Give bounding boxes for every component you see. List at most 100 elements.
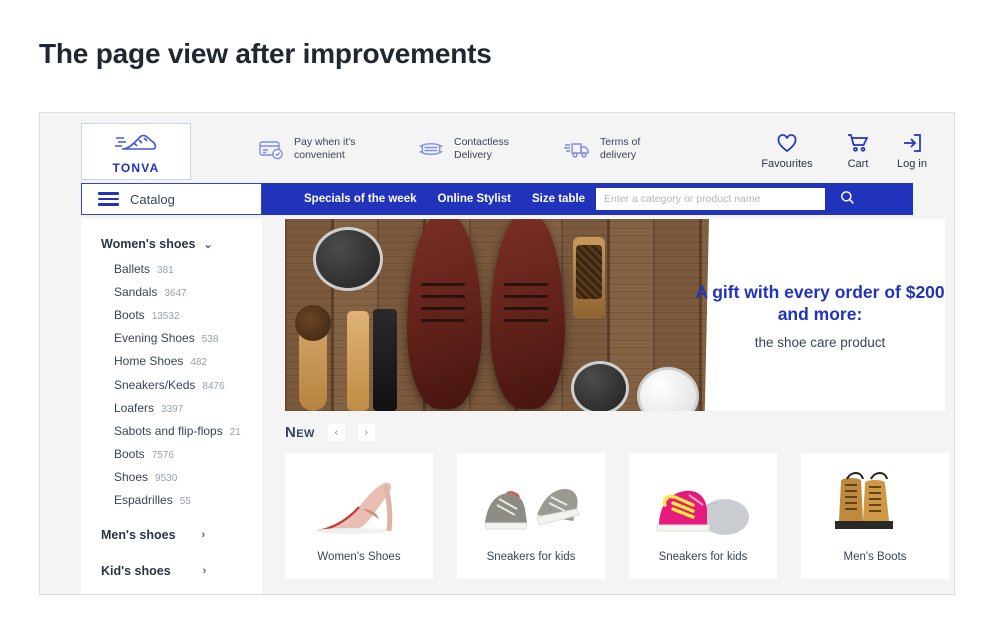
sidebar-item-label: Ballets <box>114 261 151 276</box>
hamburger-icon <box>98 192 119 206</box>
product-card-mens-boots[interactable]: Men's Boots <box>801 453 949 579</box>
banner-headline: A gift with every order of $200 and more… <box>695 281 945 324</box>
product-card-label: Sneakers for kids <box>658 551 748 563</box>
service-label: Pay when it's convenient <box>294 136 356 161</box>
sidebar-item-label: Sneakers/Keds <box>114 377 196 392</box>
new-section-title: New <box>285 424 315 441</box>
sidebar-item-sneakers-keds[interactable]: Sneakers/Keds 8476 <box>81 373 262 396</box>
navigation-bar: Catalog Specials of the week Online Styl… <box>40 183 954 215</box>
sidebar-item-label: Espadrilles <box>114 493 173 508</box>
new-products-list: Women's Shoes Sneakers for kids Sneakers… <box>285 453 949 579</box>
carousel-prev-button[interactable]: ‹ <box>327 424 345 441</box>
sidebar-item-count: 538 <box>201 334 219 346</box>
chevron-right-icon: › <box>202 565 207 578</box>
sidebar-item-label: Home Shoes <box>114 354 184 369</box>
favourites-button[interactable]: Favourites <box>752 131 822 170</box>
sidebar-item-label: Loafers <box>114 400 155 415</box>
product-card-label: Sneakers for kids <box>486 551 576 563</box>
search-area <box>596 188 869 210</box>
sidebar-item-label: Shoes <box>114 470 149 485</box>
search-button[interactable] <box>825 188 869 210</box>
service-label: Terms of delivery <box>600 136 641 161</box>
sidebar-item-sandals[interactable]: Sandals 3647 <box>81 280 262 303</box>
product-card-womens-shoes[interactable]: Women's Shoes <box>285 453 433 579</box>
sidebar-item-label: Evening Shoes <box>114 331 195 346</box>
banner-text: A gift with every order of $200 and more… <box>695 219 945 411</box>
product-card-label: Men's Boots <box>843 551 907 563</box>
catalog-button[interactable]: Catalog <box>81 183 262 215</box>
sidebar-item-shoes[interactable]: Shoes 9530 <box>81 466 262 489</box>
nav-link-size-table[interactable]: Size table <box>532 193 585 205</box>
sidebar-item-count: 13532 <box>151 310 180 322</box>
nav-link-specials[interactable]: Specials of the week <box>304 193 417 205</box>
sidebar-item-evening-shoes[interactable]: Evening Shoes 538 <box>81 327 262 350</box>
pink-high-heel-image <box>301 465 417 543</box>
product-card-sneakers-for-kids-pink[interactable]: Sneakers for kids <box>629 453 777 579</box>
grey-sneakers-image <box>473 465 589 543</box>
promo-banner[interactable]: A gift with every order of $200 and more… <box>285 219 945 411</box>
sidebar-item-label: Sabots and flip-flops <box>114 423 223 438</box>
cart-icon <box>846 131 870 155</box>
catalog-label: Catalog <box>130 191 175 207</box>
login-button[interactable]: Log in <box>887 131 937 170</box>
search-icon <box>840 190 855 208</box>
sidebar-group-womens-shoes[interactable]: Women's shoes ⌄ <box>81 231 262 257</box>
logo[interactable]: TONVA <box>81 123 191 180</box>
chevron-down-icon: ⌄ <box>203 238 213 251</box>
sidebar-item-count: 3647 <box>164 287 187 299</box>
nav-links: Specials of the week Online Stylist Size… <box>262 183 913 215</box>
logo-text: TONVA <box>112 160 160 175</box>
cart-button[interactable]: Cart <box>837 131 879 170</box>
service-pay-when-convenient[interactable]: Pay when it's convenient <box>257 135 356 163</box>
sidebar-group-label: Kid's shoes <box>101 564 171 579</box>
credit-card-check-icon <box>257 135 285 163</box>
sidebar-item-count: 8476 <box>202 380 225 392</box>
sidebar-item-label: Boots <box>114 307 145 322</box>
sidebar-item-count: 3397 <box>161 403 184 415</box>
sidebar-item-count: 482 <box>190 357 208 369</box>
login-label: Log in <box>897 158 927 170</box>
service-label: Contactless Delivery <box>454 136 509 161</box>
sidebar-item-label: Sandals <box>114 284 158 299</box>
sidebar-item-home-shoes[interactable]: Home Shoes 482 <box>81 350 262 373</box>
sidebar-item-count: 7576 <box>151 450 174 462</box>
sidebar-item-sabots-flip-flops[interactable]: Sabots and flip-flops 21 <box>81 419 262 442</box>
sidebar-group-label: Men's shoes <box>101 528 176 543</box>
new-section-header: New ‹ › <box>285 424 949 441</box>
browser-frame: TONVA Pay when it's convenient Contactle… <box>39 112 955 595</box>
face-mask-icon <box>417 135 445 163</box>
carousel-next-button[interactable]: › <box>357 424 375 441</box>
tan-leather-boots-image <box>817 465 933 543</box>
sidebar-group-mens-shoes[interactable]: Men's shoes › <box>81 522 262 548</box>
nav-link-online-stylist[interactable]: Online Stylist <box>438 193 512 205</box>
sidebar-item-count: 9530 <box>155 473 178 485</box>
cart-label: Cart <box>847 158 869 170</box>
sneaker-icon <box>114 129 158 160</box>
main-column: A gift with every order of $200 and more… <box>262 219 949 594</box>
sidebar-group-label: Women's shoes <box>101 237 196 251</box>
sidebar-item-ballets[interactable]: Ballets 381 <box>81 257 262 280</box>
sidebar-item-espadrilles[interactable]: Espadrilles 55 <box>81 489 262 512</box>
sidebar-item-boots[interactable]: Boots 13532 <box>81 303 262 326</box>
sidebar-item-loafers[interactable]: Loafers 3397 <box>81 396 262 419</box>
sidebar-item-label: Boots <box>114 447 145 462</box>
product-card-sneakers-for-kids-grey[interactable]: Sneakers for kids <box>457 453 605 579</box>
product-card-label: Women's Shoes <box>317 551 401 563</box>
chevron-right-icon: › <box>201 529 206 542</box>
service-contactless-delivery[interactable]: Contactless Delivery <box>417 135 509 163</box>
sidebar-item-count: 21 <box>229 426 241 438</box>
banner-subline: the shoe care product <box>754 334 886 350</box>
sidebar-group-kids-shoes[interactable]: Kid's shoes › <box>81 558 262 584</box>
site-header: TONVA Pay when it's convenient Contactle… <box>40 113 954 185</box>
pink-yellow-sneaker-image <box>645 465 761 543</box>
service-terms-of-delivery[interactable]: Terms of delivery <box>563 135 640 163</box>
page-title: The page view after improvements <box>39 38 492 69</box>
page-content: Women's shoes ⌄ Ballets 381 Sandals 3647… <box>81 219 949 594</box>
search-input[interactable] <box>596 188 825 210</box>
delivery-truck-icon <box>563 135 591 163</box>
sidebar-item-boots-2[interactable]: Boots 7576 <box>81 443 262 466</box>
login-icon <box>900 131 924 155</box>
sidebar-item-count: 55 <box>179 496 191 508</box>
banner-image <box>285 219 709 411</box>
heart-icon <box>775 131 799 155</box>
